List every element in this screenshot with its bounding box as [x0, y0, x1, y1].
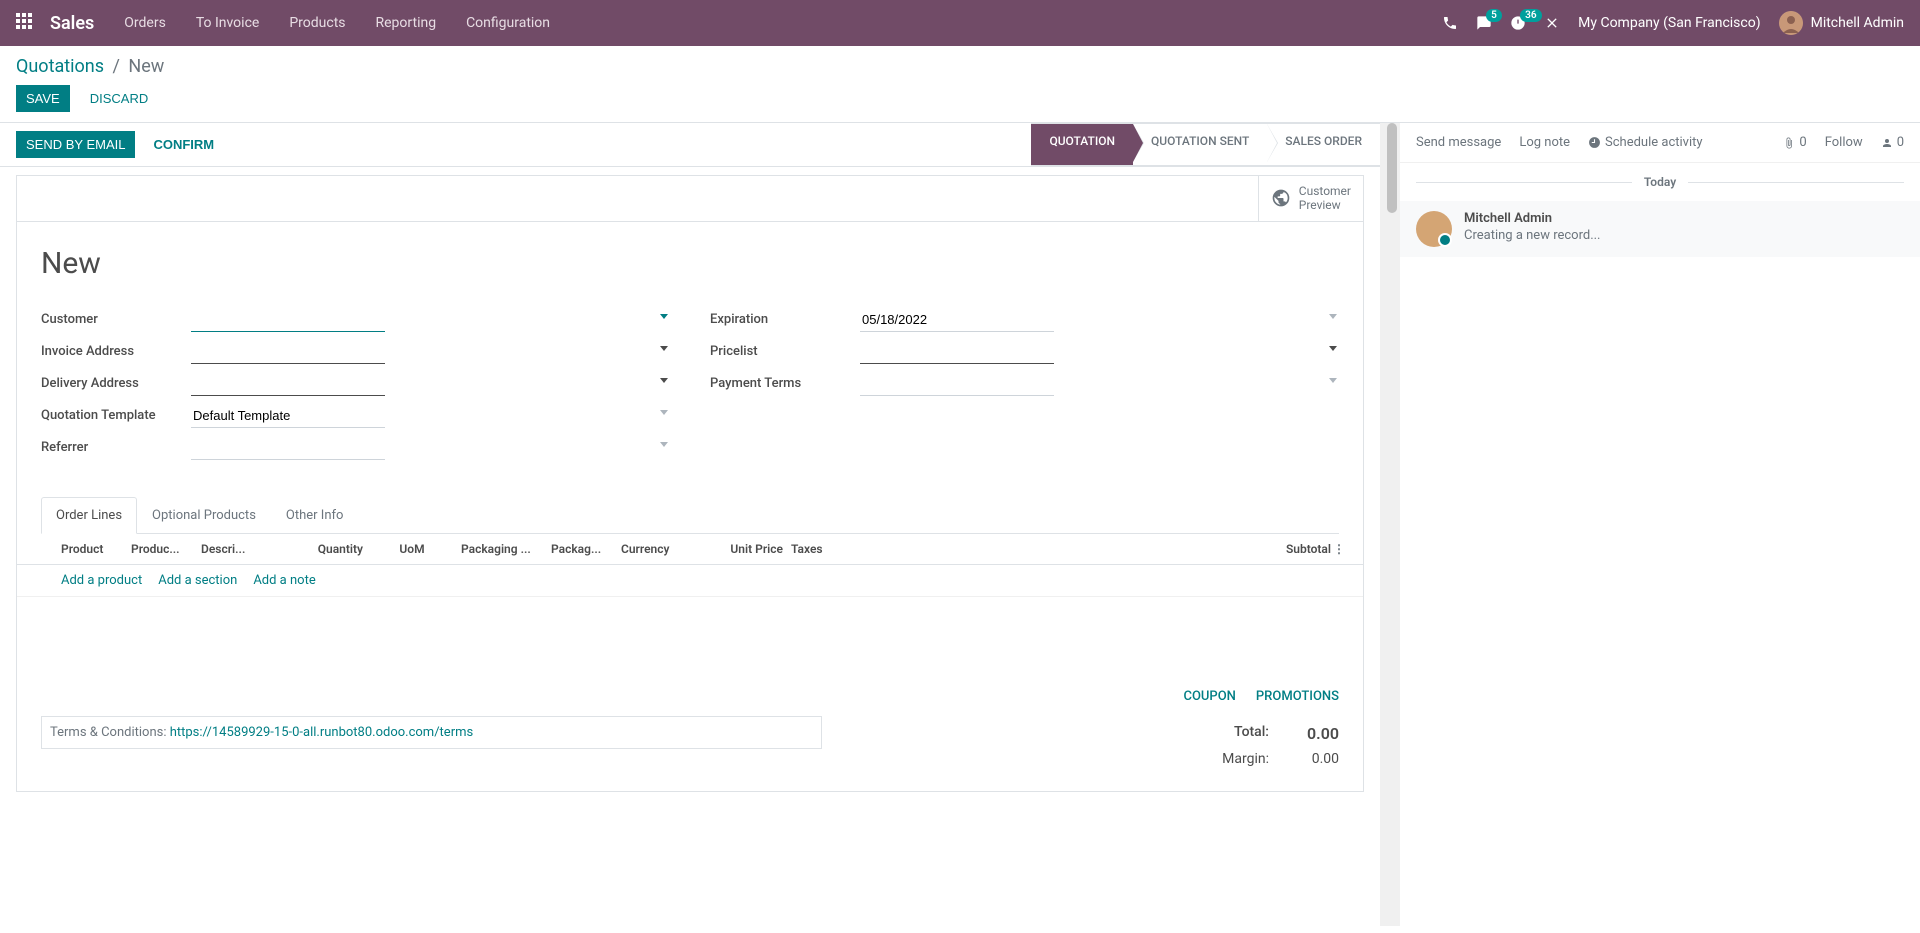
user-menu[interactable]: Mitchell Admin — [1779, 11, 1904, 35]
apps-icon[interactable] — [16, 13, 36, 33]
form-view: Send by Email Confirm Quotation Quotatio… — [0, 123, 1384, 926]
status-sent[interactable]: Quotation Sent — [1133, 123, 1267, 166]
label-delivery-address: Delivery Address — [41, 376, 191, 391]
label-invoice-address: Invoice Address — [41, 344, 191, 359]
paperclip-icon — [1783, 137, 1795, 149]
promotions-button[interactable]: Promotions — [1256, 689, 1339, 704]
col-quantity: Quantity — [291, 542, 371, 556]
add-product-link[interactable]: Add a product — [61, 573, 142, 588]
app-brand[interactable]: Sales — [50, 13, 94, 34]
message-avatar — [1416, 211, 1452, 247]
status-quotation[interactable]: Quotation — [1031, 123, 1133, 166]
send-email-button[interactable]: Send by Email — [16, 131, 135, 158]
chatter-panel: Send message Log note Schedule activity … — [1400, 123, 1920, 926]
avatar — [1779, 11, 1803, 35]
breadcrumb-current: New — [128, 56, 164, 77]
margin-label: Margin: — [1222, 751, 1269, 767]
delivery-address-field[interactable] — [191, 372, 385, 396]
control-panel: Quotations / New Save Discard — [0, 46, 1920, 123]
activity-badge: 36 — [1520, 9, 1541, 22]
col-currency: Currency — [621, 542, 711, 556]
schedule-activity-button[interactable]: Schedule activity — [1588, 135, 1703, 150]
send-message-button[interactable]: Send message — [1416, 135, 1501, 150]
globe-icon — [1271, 188, 1291, 208]
confirm-button[interactable]: Confirm — [143, 131, 224, 158]
attachments-button[interactable]: 0 — [1783, 135, 1806, 150]
order-lines-header: Product Produc... Descri... Quantity UoM… — [17, 534, 1363, 565]
status-order[interactable]: Sales Order — [1267, 123, 1380, 166]
activity-icon[interactable]: 36 — [1510, 15, 1526, 31]
terms-conditions[interactable]: Terms & Conditions: https://14589929-15-… — [41, 716, 822, 749]
label-customer: Customer — [41, 312, 191, 327]
nav-configuration[interactable]: Configuration — [466, 15, 550, 31]
status-bar: Quotation Quotation Sent Sales Order — [1031, 123, 1380, 166]
follow-button[interactable]: Follow — [1825, 135, 1863, 150]
customer-field[interactable] — [191, 308, 385, 332]
invoice-address-field[interactable] — [191, 340, 385, 364]
terms-link[interactable]: https://14589929-15-0-all.runbot80.odoo.… — [170, 725, 474, 740]
nav-menu: Orders To Invoice Products Reporting Con… — [124, 15, 1442, 31]
main-navbar: Sales Orders To Invoice Products Reporti… — [0, 0, 1920, 46]
col-unit-price: Unit Price — [711, 542, 791, 556]
col-packaging2: Packag... — [551, 542, 621, 556]
save-button[interactable]: Save — [16, 85, 70, 112]
message-body: Creating a new record... — [1464, 228, 1601, 243]
discard-button[interactable]: Discard — [80, 85, 159, 112]
customer-preview-button[interactable]: Customer Preview — [1258, 176, 1363, 221]
expiration-field[interactable] — [860, 308, 1054, 332]
debug-icon[interactable] — [1544, 15, 1560, 31]
notebook-tabs: Order Lines Optional Products Other Info — [41, 497, 1339, 534]
nav-products[interactable]: Products — [289, 15, 345, 31]
user-icon — [1881, 137, 1893, 149]
phone-icon[interactable] — [1442, 15, 1458, 31]
order-lines-empty — [17, 597, 1363, 677]
label-pricelist: Pricelist — [710, 344, 860, 359]
tab-order-lines[interactable]: Order Lines — [41, 497, 137, 534]
nav-orders[interactable]: Orders — [124, 15, 166, 31]
payment-terms-field[interactable] — [860, 372, 1054, 396]
add-note-link[interactable]: Add a note — [253, 573, 315, 588]
tab-other-info[interactable]: Other Info — [271, 497, 359, 534]
coupon-button[interactable]: Coupon — [1183, 689, 1235, 704]
log-note-button[interactable]: Log note — [1519, 135, 1570, 150]
record-title: New — [17, 222, 1363, 293]
chat-badge: 5 — [1486, 9, 1502, 22]
user-name: Mitchell Admin — [1811, 15, 1904, 31]
add-section-link[interactable]: Add a section — [158, 573, 237, 588]
col-packaging1: Packaging ... — [461, 542, 551, 556]
margin-value: 0.00 — [1289, 751, 1339, 767]
col-taxes: Taxes — [791, 542, 861, 556]
col-product-tmpl: Produc... — [131, 542, 201, 556]
label-quotation-template: Quotation Template — [41, 408, 191, 423]
col-subtotal: Subtotal — [861, 542, 1339, 556]
breadcrumb-root[interactable]: Quotations — [16, 56, 104, 77]
tab-optional-products[interactable]: Optional Products — [137, 497, 271, 534]
col-uom: UoM — [371, 542, 461, 556]
column-options-icon[interactable]: ⋮ — [1333, 542, 1345, 556]
nav-reporting[interactable]: Reporting — [376, 15, 437, 31]
label-payment-terms: Payment Terms — [710, 376, 860, 391]
chatter-date-separator: Today — [1416, 175, 1904, 189]
label-referrer: Referrer — [41, 440, 191, 455]
referrer-field[interactable] — [191, 436, 385, 460]
chatter-message: Mitchell Admin Creating a new record... — [1400, 201, 1920, 257]
followers-count[interactable]: 0 — [1881, 135, 1904, 150]
form-scrollbar[interactable] — [1384, 123, 1400, 926]
breadcrumb: Quotations / New — [16, 56, 1904, 77]
total-label: Total: — [1234, 724, 1269, 743]
company-switcher[interactable]: My Company (San Francisco) — [1578, 15, 1760, 31]
col-description: Descri... — [201, 542, 291, 556]
quotation-template-field[interactable] — [191, 404, 385, 428]
pricelist-field[interactable] — [860, 340, 1054, 364]
nav-to-invoice[interactable]: To Invoice — [196, 15, 260, 31]
message-author: Mitchell Admin — [1464, 211, 1601, 226]
label-expiration: Expiration — [710, 312, 860, 327]
total-value: 0.00 — [1289, 724, 1339, 743]
col-product: Product — [61, 542, 131, 556]
clock-icon — [1588, 136, 1601, 149]
chat-icon[interactable]: 5 — [1476, 15, 1492, 31]
